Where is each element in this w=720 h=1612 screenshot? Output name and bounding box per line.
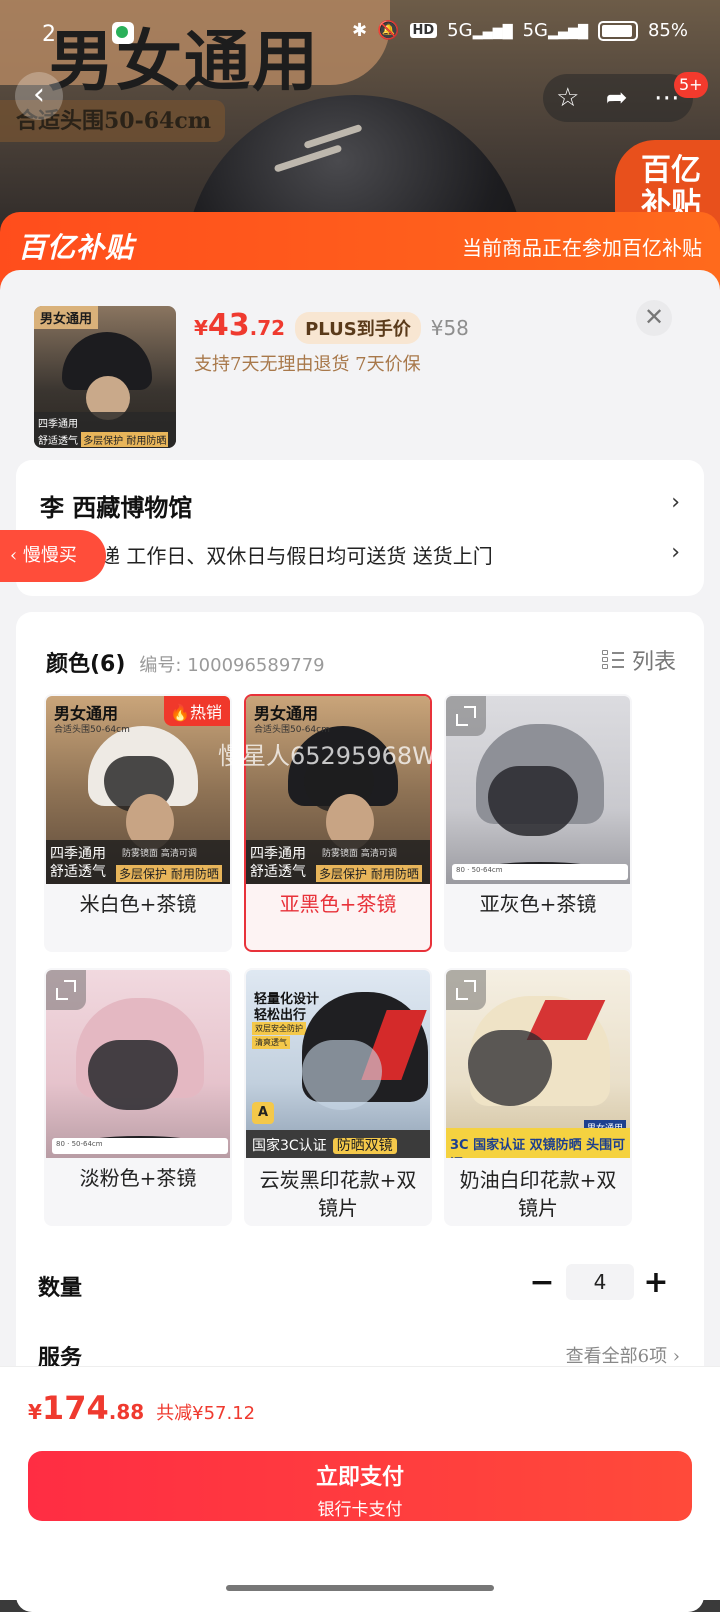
product-summary: 男女通用 四季通用 舒适透气 多层保护 耐用防晒 ¥43.72 PLUS到手价 … xyxy=(0,270,720,460)
slow-buy-tab[interactable]: ‹ 慢慢买 xyxy=(0,530,106,582)
chevron-right-icon: › xyxy=(671,540,680,565)
service-promise: 支持7天无理由退货 7天价保 xyxy=(194,354,421,375)
hd-icon: HD xyxy=(409,23,438,38)
address-name: 李 西藏博物馆 xyxy=(40,493,193,522)
home-indicator[interactable] xyxy=(226,1585,494,1591)
back-button[interactable]: ‹ xyxy=(15,72,63,120)
increment-button[interactable]: + xyxy=(634,1262,678,1306)
status-icons: ✱ 🔕 HD 5G▂▄▆█ 5G▂▄▆█ 85% xyxy=(352,20,688,41)
favorite-star-icon[interactable]: ☆ xyxy=(556,83,579,113)
decrement-button[interactable]: − xyxy=(520,1262,564,1306)
expand-icon[interactable] xyxy=(446,970,486,1010)
message-count-badge: 5+ xyxy=(674,72,708,98)
color-option[interactable]: 男女通用 3C 国家认证 双镜防晒 头围可调 奶油白印花款+双镜片 xyxy=(444,968,632,1226)
current-price: ¥43.72 xyxy=(194,308,286,343)
checkout-footer: ¥174.88 共减¥57.12 立即支付 银行卡支付 xyxy=(0,1366,720,1600)
option-label: 淡粉色+茶镜 xyxy=(79,1166,197,1190)
expand-icon[interactable] xyxy=(446,696,486,736)
plus-price-tag: PLUS到手价 xyxy=(295,312,421,344)
subsidy-logo: 百亿补贴 xyxy=(18,231,135,264)
subsidy-text: 当前商品正在参加百亿补贴 xyxy=(462,236,702,260)
signal-icon-1: 5G▂▄▆█ xyxy=(447,20,513,41)
color-option[interactable]: 80 · 50-64cm 亚灰色+茶镜 xyxy=(444,694,632,952)
mute-icon: 🔕 xyxy=(377,20,400,41)
discount-total: 共减¥57.12 xyxy=(156,1403,256,1424)
close-button[interactable]: ✕ xyxy=(636,300,672,336)
battery-percent: 85% xyxy=(647,20,688,41)
thumb-tag: 男女通用 xyxy=(34,306,99,329)
original-price: ¥58 xyxy=(430,316,469,340)
shipping-info: 京东快递 工作日、双休日与假日均可送货 送货上门 xyxy=(40,544,493,568)
color-option[interactable]: 80 · 50-64cm 淡粉色+茶镜 xyxy=(44,968,232,1226)
option-image: 男女通用 合适头围50-64cm 四季通用 舒适透气 防雾镜面 高清可调 多层保… xyxy=(246,696,430,884)
option-label: 奶油白印花款+双镜片 xyxy=(459,1168,617,1220)
status-time: 2 xyxy=(42,22,56,47)
pay-now-button[interactable]: 立即支付 银行卡支付 xyxy=(28,1451,692,1521)
pay-title: 立即支付 xyxy=(315,1464,404,1490)
product-code: 编号: 100096589779 xyxy=(139,655,325,676)
signal-icon-2: 5G▂▄▆█ xyxy=(522,20,588,41)
hot-sale-badge: 🔥热销 xyxy=(164,696,230,726)
spec-header: 颜色(6) 编号: 100096589779 xyxy=(46,646,325,678)
list-icon xyxy=(601,649,624,671)
option-label: 云炭黑印花款+双镜片 xyxy=(259,1168,417,1220)
battery-icon xyxy=(597,20,638,41)
pay-method: 银行卡支付 xyxy=(317,1500,403,1520)
address-card[interactable]: 李 西藏博物馆 › 京东快递 工作日、双休日与假日均可送货 送货上门 › xyxy=(16,460,704,596)
quantity-label: 数量 xyxy=(38,1276,83,1301)
status-bar: 2 ✱ 🔕 HD 5G▂▄▆█ 5G▂▄▆█ 85% xyxy=(0,14,720,54)
product-thumbnail[interactable]: 男女通用 四季通用 舒适透气 多层保护 耐用防晒 xyxy=(34,306,176,448)
chevron-right-icon: › xyxy=(671,490,680,515)
list-view-button[interactable]: 列表 xyxy=(601,644,676,676)
option-label: 亚黑色+茶镜 xyxy=(279,892,397,916)
color-option[interactable]: 轻量化设计 轻松出行 双层安全防护 清爽透气 A 国家3C认证 防晒双镜 云炭黑印… xyxy=(244,968,432,1226)
quantity-row: 数量 − 4 + xyxy=(16,1262,704,1312)
spec-title: 颜色(6) xyxy=(46,652,126,677)
nav-actions: ☆ ➦ ⋯ xyxy=(543,74,693,122)
option-label: 米白色+茶镜 xyxy=(79,892,197,916)
color-option[interactable]: 男女通用 合适头围50-64cm 四季通用 舒适透气 防雾镜面 高清可调 多层保… xyxy=(44,694,232,952)
option-image: 轻量化设计 轻松出行 双层安全防护 清爽透气 A 国家3C认证 防晒双镜 xyxy=(246,970,430,1158)
quantity-input[interactable]: 4 xyxy=(566,1264,634,1300)
service-view-all[interactable]: 查看全部6项 › xyxy=(566,1342,680,1368)
bluetooth-icon: ✱ xyxy=(351,20,368,41)
total-price: ¥174.88 共减¥57.12 xyxy=(28,1389,256,1427)
price-line: ¥43.72 PLUS到手价 ¥58 xyxy=(194,308,469,344)
thumb-band: 四季通用 舒适透气 多层保护 耐用防晒 xyxy=(34,412,176,448)
expand-icon[interactable] xyxy=(46,970,86,1010)
color-option-selected[interactable]: 男女通用 合适头围50-64cm 四季通用 舒适透气 防雾镜面 高清可调 多层保… xyxy=(244,694,432,952)
option-label: 亚灰色+茶镜 xyxy=(479,892,597,916)
share-icon[interactable]: ➦ xyxy=(606,83,628,113)
wechat-icon xyxy=(112,22,134,44)
